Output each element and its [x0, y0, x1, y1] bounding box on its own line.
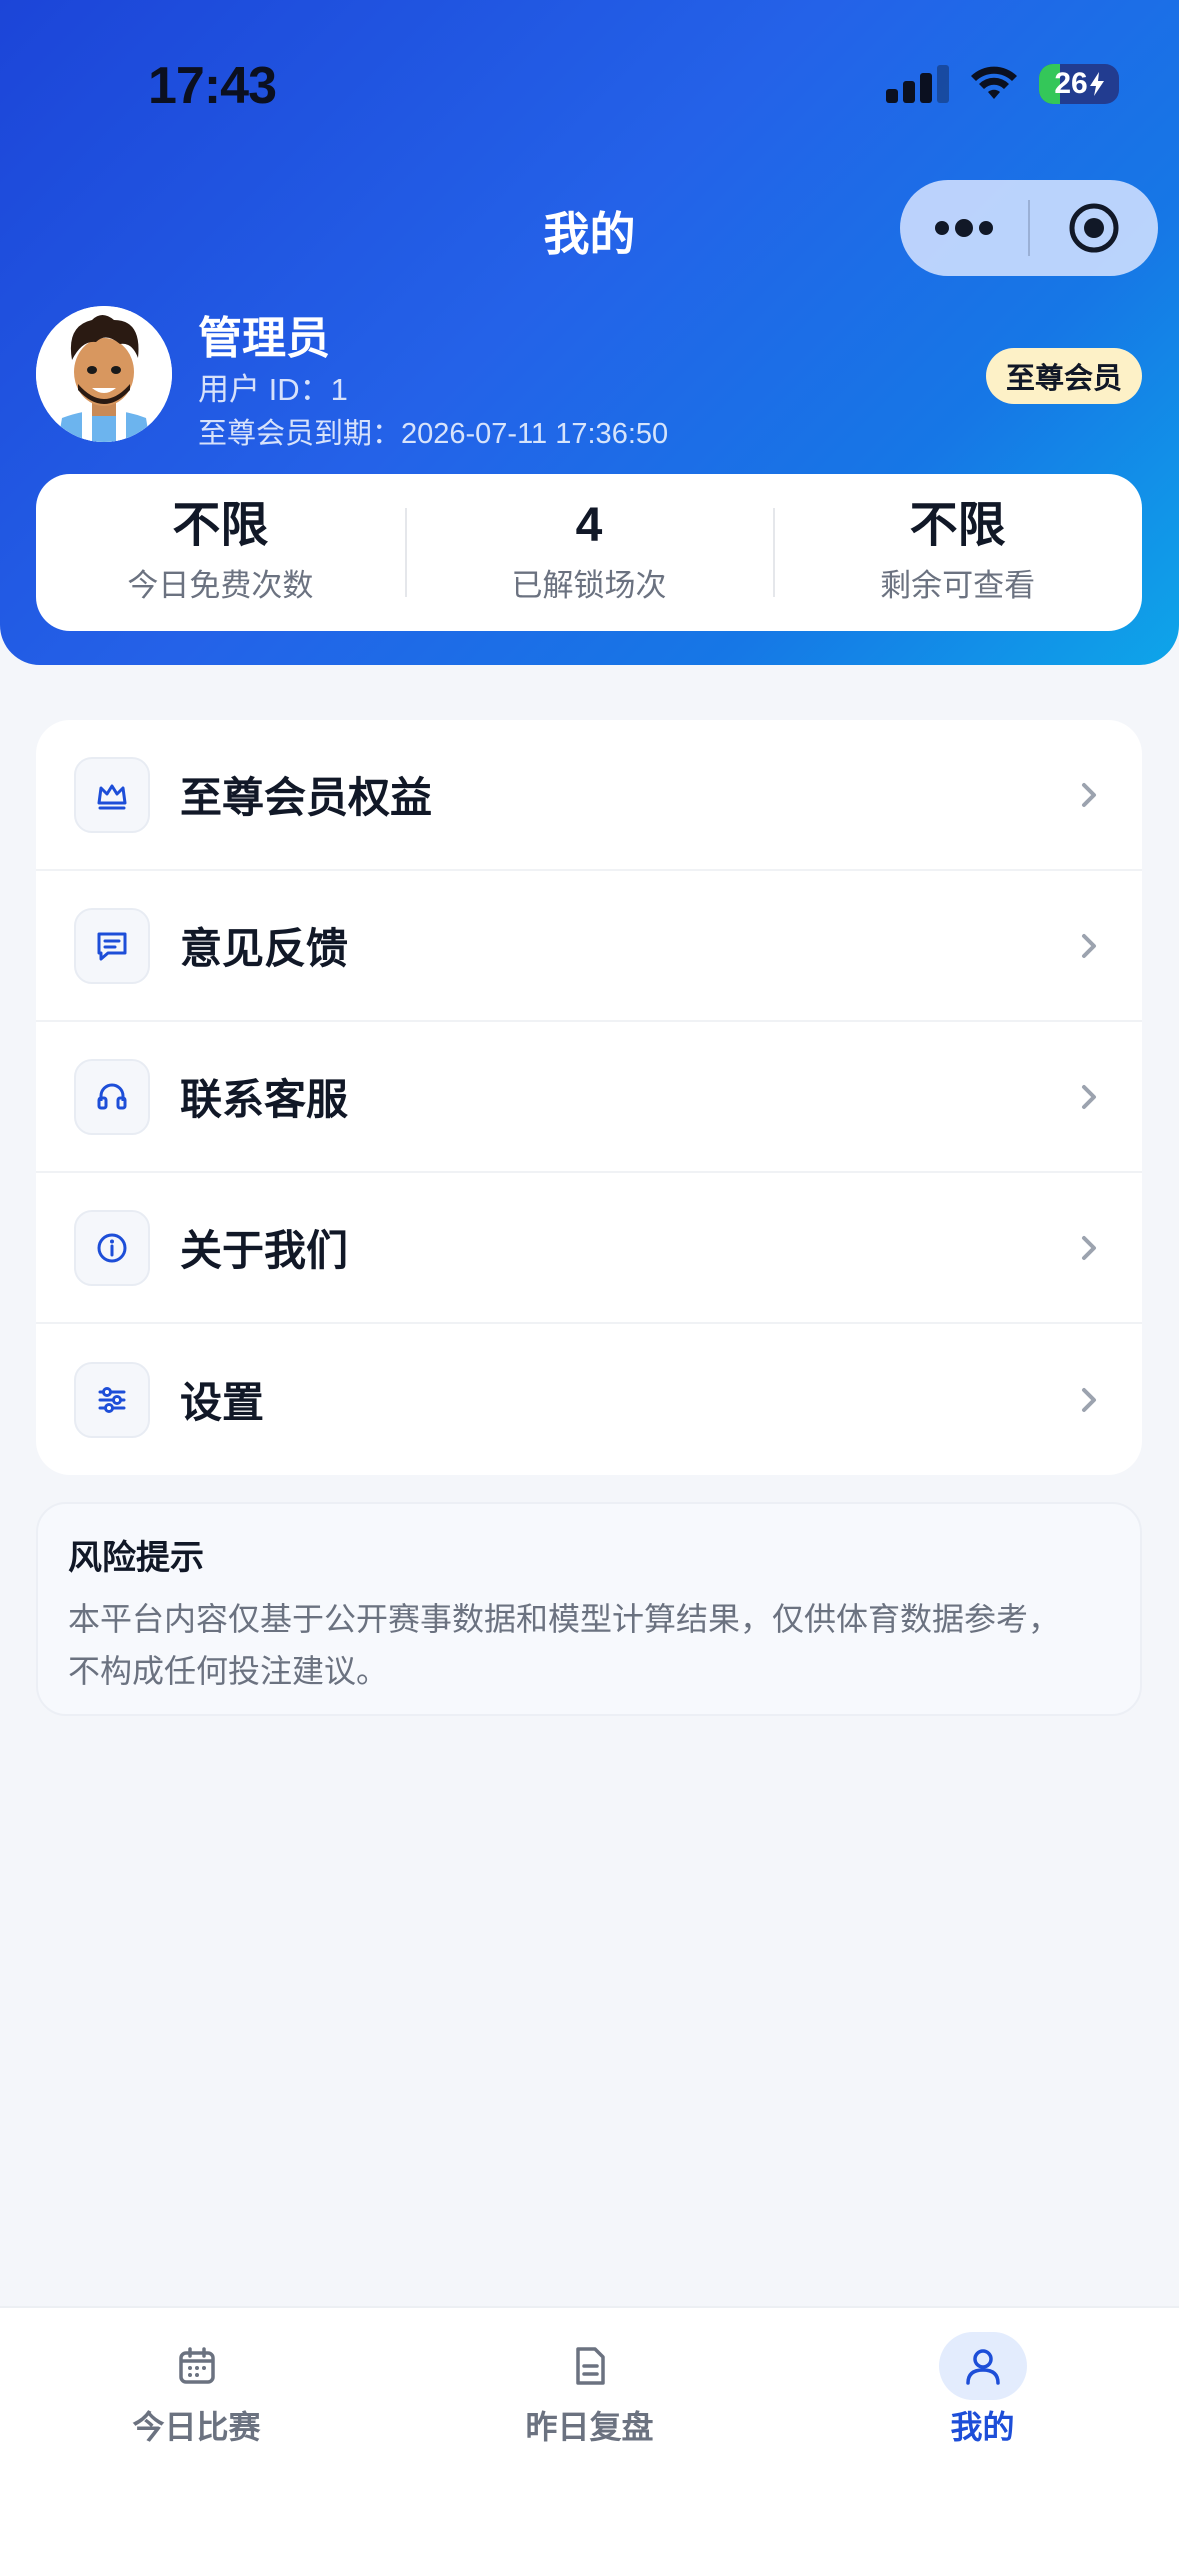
- stat-label: 今日免费次数: [127, 568, 314, 604]
- chevron-right-icon: [1074, 1084, 1104, 1110]
- tab-label: 昨日复盘: [525, 2409, 654, 2445]
- target-icon: [1069, 203, 1119, 253]
- menu-icon-box: [74, 1209, 150, 1286]
- menu-label: 关于我们: [180, 1227, 349, 1274]
- menu-icon-box: [74, 756, 150, 833]
- user-name: 管理员: [198, 314, 330, 363]
- wifi-icon: [971, 66, 1017, 99]
- menu-icon-box: [74, 1058, 150, 1135]
- cellular-signal-icon: [886, 65, 949, 103]
- tab-icon-wrap: [546, 2332, 634, 2400]
- menu-label: 意见反馈: [180, 925, 349, 972]
- more-dots-icon: [935, 219, 993, 237]
- tab-today-matches[interactable]: 今日比赛: [0, 2308, 393, 2556]
- risk-notice: 风险提示 本平台内容仅基于公开赛事数据和模型计算结果，仅供体育数据参考， 不构成…: [36, 1502, 1142, 1716]
- menu-item-customer-service[interactable]: 联系客服: [36, 1022, 1142, 1173]
- battery-level: 26: [1054, 67, 1088, 100]
- vip-badge: 至尊会员: [986, 348, 1142, 404]
- membership-expiry: 至尊会员到期：2026-07-11 17:36:50: [198, 418, 669, 450]
- risk-text-line: 本平台内容仅基于公开赛事数据和模型计算结果，仅供体育数据参考，: [68, 1601, 1061, 1637]
- tab-yesterday-review[interactable]: 昨日复盘: [393, 2308, 786, 2556]
- stat-remaining: 不限 剩余可查看: [773, 474, 1142, 631]
- stat-value: 4: [575, 498, 603, 552]
- menu-list: 至尊会员权益 意见反馈 联系客服 关于我们 设置: [36, 720, 1142, 1475]
- stat-value: 不限: [172, 498, 269, 552]
- tab-icon-wrap: [938, 2332, 1027, 2400]
- user-icon: [965, 2349, 1000, 2385]
- risk-title: 风险提示: [68, 1539, 204, 1577]
- crown-icon: [97, 784, 127, 809]
- tab-label: 我的: [950, 2409, 1015, 2445]
- menu-icon-box: [74, 1361, 150, 1438]
- user-id: 用户 ID：1: [198, 372, 348, 407]
- menu-item-feedback[interactable]: 意见反馈: [36, 871, 1142, 1022]
- close-miniprogram-button[interactable]: [1030, 180, 1158, 276]
- avatar[interactable]: [36, 306, 172, 442]
- chevron-right-icon: [1074, 782, 1104, 808]
- tab-mine[interactable]: 我的: [786, 2308, 1179, 2556]
- tab-icon-wrap: [153, 2332, 241, 2400]
- avatar-illustration: [36, 306, 172, 442]
- miniprogram-capsule: [900, 180, 1158, 276]
- battery-icon: 26: [1039, 64, 1119, 104]
- stat-value: 不限: [909, 498, 1006, 552]
- document-icon: [575, 2347, 605, 2385]
- tab-bar: 今日比赛 昨日复盘 我的: [0, 2306, 1179, 2556]
- chevron-right-icon: [1074, 1387, 1104, 1413]
- menu-label: 至尊会员权益: [180, 774, 433, 821]
- profile-header: 17:43 26 我的 管理员 用户 ID：1 至尊会员到期：2026-07-1…: [0, 0, 1179, 665]
- menu-icon-box: [74, 907, 150, 984]
- stat-unlocked-count: 4 已解锁场次: [404, 474, 774, 631]
- risk-text: 本平台内容仅基于公开赛事数据和模型计算结果，仅供体育数据参考， 不构成任何投注建…: [68, 1593, 1110, 1697]
- menu-item-vip-benefits[interactable]: 至尊会员权益: [36, 720, 1142, 871]
- info-icon: [97, 1233, 127, 1262]
- stat-label: 已解锁场次: [511, 568, 667, 604]
- status-time: 17:43: [148, 57, 277, 115]
- chevron-right-icon: [1074, 1235, 1104, 1261]
- charging-bolt-icon: [1089, 72, 1104, 96]
- sliders-icon: [98, 1386, 126, 1413]
- calendar-icon: [178, 2347, 215, 2384]
- status-icons: 26: [886, 64, 1119, 104]
- stat-free-count: 不限 今日免费次数: [36, 474, 405, 631]
- stat-label: 剩余可查看: [880, 568, 1036, 604]
- more-button[interactable]: [900, 180, 1028, 276]
- chevron-right-icon: [1074, 933, 1104, 959]
- tab-label: 今日比赛: [132, 2409, 261, 2445]
- menu-item-about-us[interactable]: 关于我们: [36, 1173, 1142, 1324]
- message-icon: [97, 932, 127, 960]
- headset-icon: [97, 1083, 127, 1109]
- risk-text-line: 不构成任何投注建议。: [68, 1653, 389, 1689]
- menu-label: 联系客服: [180, 1076, 349, 1123]
- menu-label: 设置: [180, 1379, 265, 1426]
- menu-item-settings[interactable]: 设置: [36, 1324, 1142, 1475]
- stats-card: 不限 今日免费次数 4 已解锁场次 不限 剩余可查看: [36, 474, 1142, 631]
